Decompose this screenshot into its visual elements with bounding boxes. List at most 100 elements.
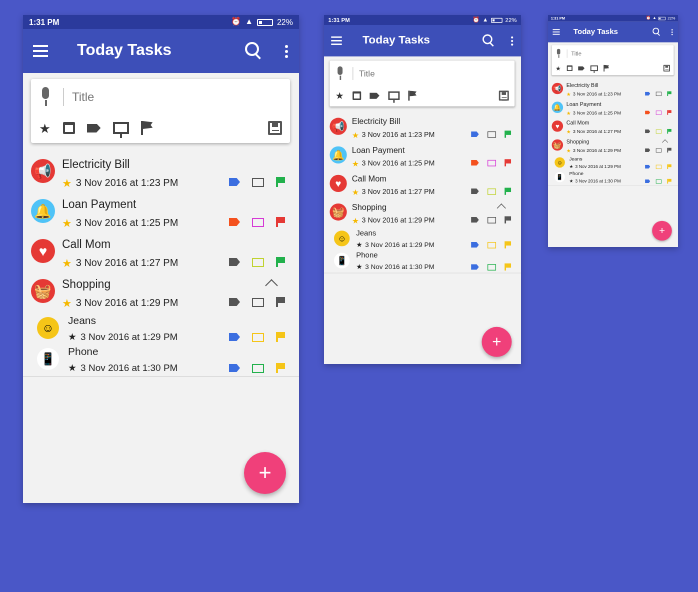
screen-chip-icon[interactable] xyxy=(655,129,662,134)
screen-chip-icon[interactable] xyxy=(252,177,264,187)
task-row[interactable]: 🧺 Shopping ★ 3 Nov 2016 at 1:29 PM xyxy=(23,275,299,315)
screen-chip-icon[interactable] xyxy=(487,130,497,138)
flag-chip-icon[interactable] xyxy=(276,177,285,187)
label-chip-icon[interactable] xyxy=(471,217,479,223)
task-row[interactable]: ♥ Call Mom ★ 3 Nov 2016 at 1:27 PM xyxy=(324,172,521,201)
search-icon[interactable] xyxy=(243,40,265,62)
flag-chip-icon[interactable] xyxy=(667,128,672,134)
subtask-row[interactable]: 📱 Phone ★ 3 Nov 2016 at 1:30 PM xyxy=(324,251,521,274)
task-row[interactable]: ♥ Call Mom ★ 3 Nov 2016 at 1:27 PM xyxy=(23,235,299,275)
menu-icon[interactable] xyxy=(331,34,345,48)
add-task-button[interactable]: + xyxy=(481,326,512,357)
screen-chip-icon[interactable] xyxy=(487,216,497,224)
menu-icon[interactable] xyxy=(552,27,562,36)
screen-icon[interactable] xyxy=(112,122,129,138)
task-row[interactable]: 📢 Electricity Bill ★ 3 Nov 2016 at 1:23 PM xyxy=(548,81,678,100)
screen-icon[interactable] xyxy=(387,91,400,103)
add-task-button[interactable]: + xyxy=(652,220,672,241)
star-icon[interactable]: ★ xyxy=(335,91,343,100)
subtask-row[interactable]: 📱 Phone ★ 3 Nov 2016 at 1:30 PM xyxy=(23,346,299,377)
label-chip-icon[interactable] xyxy=(229,178,240,186)
title-input[interactable] xyxy=(72,90,242,104)
flag-chip-icon[interactable] xyxy=(276,332,285,342)
flag-chip-icon[interactable] xyxy=(504,187,511,195)
save-icon[interactable] xyxy=(663,64,670,72)
screen-icon[interactable] xyxy=(590,65,598,73)
screen-chip-icon[interactable] xyxy=(252,257,264,267)
screen-chip-icon[interactable] xyxy=(487,159,497,166)
menu-icon[interactable] xyxy=(33,41,53,61)
screen-chip-icon[interactable] xyxy=(655,164,662,169)
label-chip-icon[interactable] xyxy=(645,91,651,96)
save-icon[interactable] xyxy=(268,121,282,135)
label-chip-icon[interactable] xyxy=(229,218,240,226)
title-input[interactable] xyxy=(571,50,652,57)
mic-icon[interactable] xyxy=(556,48,563,58)
label-icon[interactable] xyxy=(86,123,101,133)
flag-icon[interactable] xyxy=(603,64,609,72)
mic-icon[interactable] xyxy=(39,87,53,107)
task-row[interactable]: ♥ Call Mom ★ 3 Nov 2016 at 1:27 PM xyxy=(548,119,678,138)
flag-chip-icon[interactable] xyxy=(276,297,285,307)
flag-chip-icon[interactable] xyxy=(504,130,511,138)
label-chip-icon[interactable] xyxy=(229,364,240,372)
search-icon[interactable] xyxy=(652,27,662,37)
calendar-icon[interactable] xyxy=(352,91,361,100)
label-chip-icon[interactable] xyxy=(229,333,240,341)
task-row[interactable]: 🔔 Loan Payment ★ 3 Nov 2016 at 1:25 PM xyxy=(23,195,299,235)
label-chip-icon[interactable] xyxy=(229,258,240,266)
flag-chip-icon[interactable] xyxy=(667,178,672,184)
flag-chip-icon[interactable] xyxy=(276,257,285,267)
more-vert-icon[interactable] xyxy=(283,44,289,58)
label-chip-icon[interactable] xyxy=(471,159,479,166)
task-row[interactable]: 🧺 Shopping ★ 3 Nov 2016 at 1:29 PM xyxy=(324,201,521,230)
screen-chip-icon[interactable] xyxy=(655,148,662,153)
task-row[interactable]: 📢 Electricity Bill ★ 3 Nov 2016 at 1:23 PM xyxy=(23,155,299,195)
flag-icon[interactable] xyxy=(140,121,153,135)
flag-chip-icon[interactable] xyxy=(504,263,511,271)
mic-icon[interactable] xyxy=(335,66,345,80)
label-chip-icon[interactable] xyxy=(645,110,651,115)
flag-chip-icon[interactable] xyxy=(504,241,511,249)
chevron-up-icon[interactable] xyxy=(265,279,278,292)
save-icon[interactable] xyxy=(498,90,509,101)
screen-chip-icon[interactable] xyxy=(655,91,662,96)
flag-icon[interactable] xyxy=(407,90,417,101)
subtask-row[interactable]: ☺ Jeans ★ 3 Nov 2016 at 1:29 PM xyxy=(324,229,521,251)
task-row[interactable]: 🧺 Shopping ★ 3 Nov 2016 at 1:29 PM xyxy=(548,137,678,156)
label-icon[interactable] xyxy=(369,92,380,99)
screen-chip-icon[interactable] xyxy=(487,241,497,249)
screen-chip-icon[interactable] xyxy=(252,217,264,227)
flag-chip-icon[interactable] xyxy=(276,363,285,373)
label-chip-icon[interactable] xyxy=(645,148,651,153)
search-icon[interactable] xyxy=(481,33,497,49)
label-chip-icon[interactable] xyxy=(471,264,479,270)
more-vert-icon[interactable] xyxy=(670,28,673,36)
label-chip-icon[interactable] xyxy=(645,129,651,134)
subtask-row[interactable]: 📱 Phone ★ 3 Nov 2016 at 1:30 PM xyxy=(548,171,678,186)
more-vert-icon[interactable] xyxy=(510,36,514,46)
subtask-row[interactable]: ☺ Jeans ★ 3 Nov 2016 at 1:29 PM xyxy=(23,315,299,346)
label-chip-icon[interactable] xyxy=(471,131,479,138)
label-icon[interactable] xyxy=(577,66,585,71)
screen-chip-icon[interactable] xyxy=(252,363,264,373)
screen-chip-icon[interactable] xyxy=(655,110,662,115)
calendar-icon[interactable] xyxy=(566,65,573,72)
calendar-icon[interactable] xyxy=(62,122,75,134)
subtask-row[interactable]: ☺ Jeans ★ 3 Nov 2016 at 1:29 PM xyxy=(548,156,678,171)
flag-chip-icon[interactable] xyxy=(504,216,511,224)
task-row[interactable]: 🔔 Loan Payment ★ 3 Nov 2016 at 1:25 PM xyxy=(324,143,521,172)
flag-chip-icon[interactable] xyxy=(276,217,285,227)
screen-chip-icon[interactable] xyxy=(252,332,264,342)
flag-chip-icon[interactable] xyxy=(667,164,672,170)
chevron-up-icon[interactable] xyxy=(662,139,669,146)
title-input[interactable] xyxy=(358,68,481,79)
task-row[interactable]: 📢 Electricity Bill ★ 3 Nov 2016 at 1:23 PM xyxy=(324,115,521,144)
screen-chip-icon[interactable] xyxy=(655,179,662,184)
flag-chip-icon[interactable] xyxy=(667,110,672,115)
screen-chip-icon[interactable] xyxy=(487,263,497,271)
screen-chip-icon[interactable] xyxy=(252,297,264,307)
flag-chip-icon[interactable] xyxy=(667,147,672,153)
star-icon[interactable]: ★ xyxy=(556,65,561,71)
task-row[interactable]: 🔔 Loan Payment ★ 3 Nov 2016 at 1:25 PM xyxy=(548,100,678,119)
